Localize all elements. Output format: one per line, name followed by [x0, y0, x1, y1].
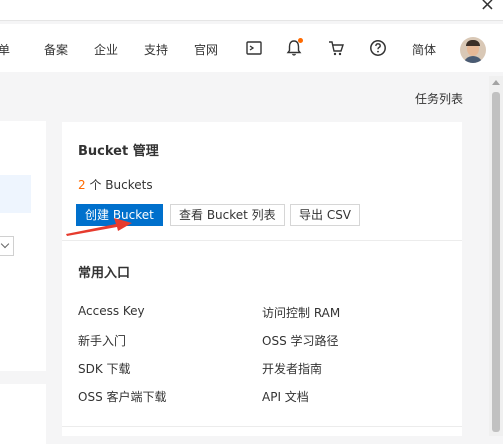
- top-navigation: 单 备案 企业 支持 官网 简体: [0, 24, 503, 72]
- scroll-thumb[interactable]: [492, 92, 500, 432]
- language-switch[interactable]: 简体: [412, 41, 436, 58]
- divider: [62, 240, 462, 241]
- developer-guide-link[interactable]: 开发者指南: [262, 360, 322, 377]
- annotation-arrow: [66, 218, 132, 236]
- notification-dot: [298, 38, 303, 43]
- ram-link[interactable]: 访问控制 RAM: [262, 304, 340, 321]
- client-download-link[interactable]: OSS 客户端下载: [78, 388, 167, 405]
- divider-bottom: [62, 426, 462, 427]
- bell-icon[interactable]: [284, 38, 304, 58]
- bucket-count: 2 个 Buckets: [78, 176, 153, 193]
- access-key-link[interactable]: Access Key: [78, 304, 145, 318]
- left-panel-card: [0, 121, 46, 371]
- nav-item-website[interactable]: 官网: [194, 41, 218, 58]
- bucket-count-number: 2: [78, 178, 86, 192]
- terminal-icon[interactable]: [244, 38, 264, 58]
- scroll-up-icon[interactable]: [492, 80, 500, 85]
- sdk-download-link[interactable]: SDK 下载: [78, 360, 131, 377]
- view-bucket-list-button[interactable]: 查看 Bucket 列表: [170, 204, 285, 226]
- browser-top-strip: ×: [0, 0, 503, 21]
- export-csv-button[interactable]: 导出 CSV: [290, 204, 361, 226]
- left-panel-card-lower: [0, 384, 46, 444]
- nav-item-support[interactable]: 支持: [144, 41, 168, 58]
- learning-path-link[interactable]: OSS 学习路径: [262, 332, 339, 349]
- nav-item-icp[interactable]: 备案: [44, 41, 68, 58]
- left-panel-highlight: [0, 175, 31, 213]
- bucket-card-title: Bucket 管理: [78, 144, 159, 159]
- nav-item-ticket[interactable]: 单: [0, 41, 10, 58]
- nav-item-enterprise[interactable]: 企业: [94, 41, 118, 58]
- close-icon[interactable]: ×: [480, 0, 495, 15]
- chevron-down-icon: [0, 239, 10, 249]
- left-panel-select[interactable]: [0, 236, 14, 256]
- common-entry-title: 常用入口: [78, 266, 131, 281]
- task-list-link[interactable]: 任务列表: [415, 90, 463, 107]
- cart-icon[interactable]: [326, 38, 346, 58]
- vertical-scrollbar[interactable]: [489, 76, 503, 436]
- getting-started-link[interactable]: 新手入门: [78, 332, 126, 349]
- bucket-count-suffix: 个 Buckets: [89, 178, 153, 192]
- api-docs-link[interactable]: API 文档: [262, 388, 309, 405]
- help-icon[interactable]: [368, 38, 388, 58]
- avatar[interactable]: [460, 37, 486, 63]
- bucket-management-card: Bucket 管理 2 个 Buckets 创建 Bucket 查看 Bucke…: [62, 122, 462, 436]
